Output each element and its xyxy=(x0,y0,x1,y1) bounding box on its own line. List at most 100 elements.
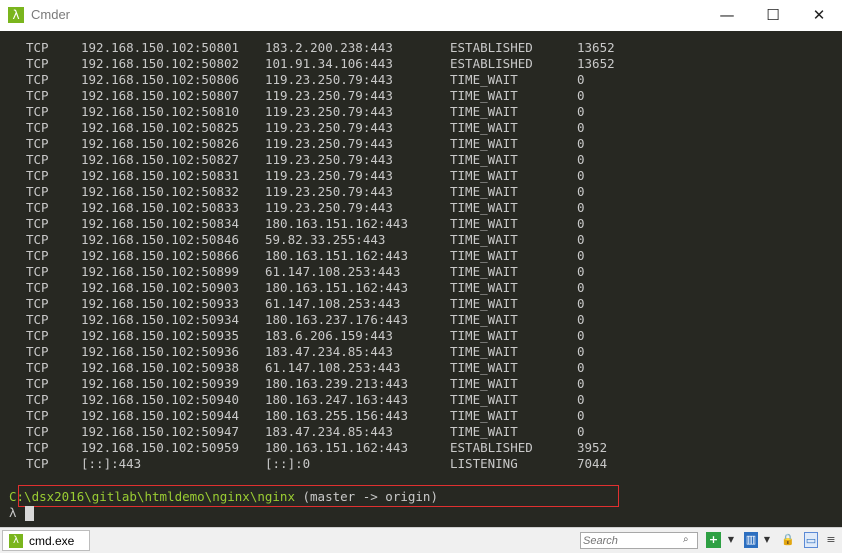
minimize-button[interactable]: — xyxy=(704,0,750,31)
state-cell: LISTENING xyxy=(450,456,518,471)
netstat-row: TCP 192.168.150.102:50866 180.163.151.162:… xyxy=(0,248,842,264)
text-cursor xyxy=(25,506,34,521)
foreign-address-cell: 180.163.151.162:443 xyxy=(265,216,408,231)
foreign-address-cell: 119.23.250.79:443 xyxy=(265,136,393,151)
local-address-cell: 192.168.150.102:50826 xyxy=(81,136,240,151)
pid-cell: 0 xyxy=(577,168,585,183)
netstat-row: TCP 192.168.150.102:50936 183.47.234.85:44… xyxy=(0,344,842,360)
cmder-app-icon[interactable]: λ xyxy=(8,7,24,23)
local-address-cell: 192.168.150.102:50899 xyxy=(81,264,240,279)
pid-cell: 0 xyxy=(577,360,585,375)
search-input[interactable] xyxy=(583,533,678,548)
local-address-cell: 192.168.150.102:50959 xyxy=(81,440,240,455)
local-address-cell: 192.168.150.102:50933 xyxy=(81,296,240,311)
foreign-address-cell: 183.47.234.85:443 xyxy=(265,424,393,439)
pid-cell: 13652 xyxy=(577,40,615,55)
netstat-row: TCP 192.168.150.102:50939 180.163.239.213:… xyxy=(0,376,842,392)
netstat-row: TCP 192.168.150.102:50833 119.23.250.79:44… xyxy=(0,200,842,216)
protocol-cell: TCP xyxy=(26,216,49,231)
foreign-address-cell: 119.23.250.79:443 xyxy=(265,88,393,103)
foreign-address-cell: 119.23.250.79:443 xyxy=(265,104,393,119)
netstat-row: TCP 192.168.150.102:50831 119.23.250.79:44… xyxy=(0,168,842,184)
pid-cell: 0 xyxy=(577,184,585,199)
tab-label: cmd.exe xyxy=(29,534,75,548)
window-title: Cmder xyxy=(31,7,71,22)
netstat-row: TCP [::]:443 [::]:0 LISTENING 7044 xyxy=(0,456,842,472)
prompt-symbol: λ xyxy=(9,505,17,520)
pid-cell: 0 xyxy=(577,216,585,231)
protocol-cell: TCP xyxy=(26,56,49,71)
protocol-cell: TCP xyxy=(26,40,49,55)
local-address-cell: 192.168.150.102:50833 xyxy=(81,200,240,215)
lock-icon[interactable]: 🔒 xyxy=(781,532,795,548)
foreign-address-cell: 183.6.206.159:443 xyxy=(265,328,393,343)
maximize-button[interactable]: ☐ xyxy=(750,0,796,31)
protocol-cell: TCP xyxy=(26,104,49,119)
local-address-cell: [::]:443 xyxy=(81,456,142,471)
protocol-cell: TCP xyxy=(26,312,49,327)
netstat-row: TCP 192.168.150.102:50947 183.47.234.85:44… xyxy=(0,424,842,440)
pid-cell: 0 xyxy=(577,408,585,423)
foreign-address-cell: 180.163.151.162:443 xyxy=(265,280,408,295)
close-button[interactable]: ✕ xyxy=(796,0,842,31)
pane-view-icon[interactable]: ▭ xyxy=(804,532,818,548)
netstat-row: TCP 192.168.150.102:50944 180.163.255.156:… xyxy=(0,408,842,424)
pid-cell: 0 xyxy=(577,312,585,327)
netstat-row: TCP 192.168.150.102:50807 119.23.250.79:44… xyxy=(0,88,842,104)
local-address-cell: 192.168.150.102:50940 xyxy=(81,392,240,407)
chevron-down-icon[interactable]: ▼ xyxy=(762,532,772,548)
search-box[interactable]: ⌕ xyxy=(580,532,698,549)
local-address-cell: 192.168.150.102:50938 xyxy=(81,360,240,375)
foreign-address-cell: 61.147.108.253:443 xyxy=(265,360,401,375)
protocol-cell: TCP xyxy=(26,360,49,375)
search-icon[interactable]: ⌕ xyxy=(683,534,695,546)
foreign-address-cell: 180.163.151.162:443 xyxy=(265,440,408,455)
foreign-address-cell: 180.163.151.162:443 xyxy=(265,248,408,263)
protocol-cell: TCP xyxy=(26,280,49,295)
foreign-address-cell: 61.147.108.253:443 xyxy=(265,264,401,279)
state-cell: TIME_WAIT xyxy=(450,264,518,279)
menu-icon[interactable]: ≡ xyxy=(824,532,838,548)
input-prompt-line[interactable]: λ xyxy=(9,505,34,521)
protocol-cell: TCP xyxy=(26,72,49,87)
foreign-address-cell: 59.82.33.255:443 xyxy=(265,232,386,247)
local-address-cell: 192.168.150.102:50935 xyxy=(81,328,240,343)
tab-cmd[interactable]: λ cmd.exe xyxy=(2,530,90,551)
pid-cell: 0 xyxy=(577,296,585,311)
local-address-cell: 192.168.150.102:50831 xyxy=(81,168,240,183)
foreign-address-cell: 180.163.247.163:443 xyxy=(265,392,408,407)
add-console-icon[interactable]: + xyxy=(706,532,721,548)
state-cell: TIME_WAIT xyxy=(450,216,518,231)
protocol-cell: TCP xyxy=(26,344,49,359)
pid-cell: 0 xyxy=(577,200,585,215)
netstat-row: TCP 192.168.150.102:50825 119.23.250.79:44… xyxy=(0,120,842,136)
state-cell: TIME_WAIT xyxy=(450,280,518,295)
prompt-path-line: C:\dsx2016\gitlab\htmldemo\nginx\nginx (… xyxy=(9,489,438,505)
pid-cell: 0 xyxy=(577,120,585,135)
state-cell: ESTABLISHED xyxy=(450,440,533,455)
protocol-cell: TCP xyxy=(26,424,49,439)
netstat-row: TCP 192.168.150.102:50834 180.163.151.162:… xyxy=(0,216,842,232)
pid-cell: 0 xyxy=(577,152,585,167)
protocol-cell: TCP xyxy=(26,392,49,407)
local-address-cell: 192.168.150.102:50939 xyxy=(81,376,240,391)
pid-cell: 0 xyxy=(577,72,585,87)
console-pane[interactable]: TCP 192.168.150.102:50801 183.2.200.238:44… xyxy=(0,31,842,527)
netstat-row: TCP 192.168.150.102:50940 180.163.247.163:… xyxy=(0,392,842,408)
protocol-cell: TCP xyxy=(26,168,49,183)
state-cell: TIME_WAIT xyxy=(450,392,518,407)
pid-cell: 0 xyxy=(577,280,585,295)
state-cell: TIME_WAIT xyxy=(450,136,518,151)
pid-cell: 13652 xyxy=(577,56,615,71)
pid-cell: 3952 xyxy=(577,440,608,455)
netstat-row: TCP 192.168.150.102:50826 119.23.250.79:44… xyxy=(0,136,842,152)
status-bar: λ cmd.exe ⌕ + ▼ ▥ ▼ 🔒 ▭ ≡ xyxy=(0,527,842,553)
chevron-down-icon[interactable]: ▼ xyxy=(726,532,736,548)
local-address-cell: 192.168.150.102:50903 xyxy=(81,280,240,295)
local-address-cell: 192.168.150.102:50936 xyxy=(81,344,240,359)
split-layout-icon[interactable]: ▥ xyxy=(744,532,758,548)
protocol-cell: TCP xyxy=(26,248,49,263)
pid-cell: 0 xyxy=(577,232,585,247)
state-cell: TIME_WAIT xyxy=(450,200,518,215)
netstat-output: TCP 192.168.150.102:50801 183.2.200.238:44… xyxy=(0,40,842,472)
